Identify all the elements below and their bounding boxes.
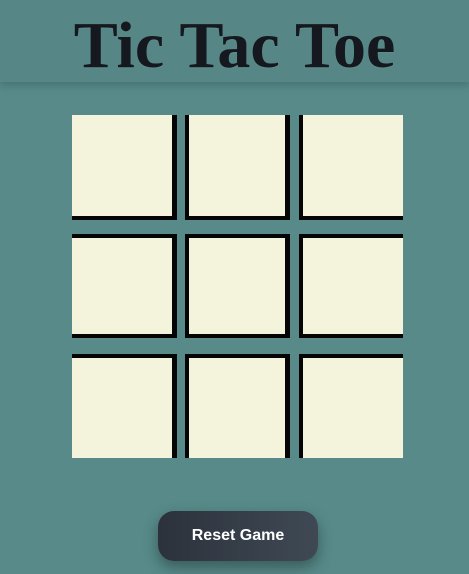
reset-game-button[interactable]: Reset Game [158, 511, 318, 561]
board-cell-8[interactable] [185, 354, 290, 458]
header-bar: Tic Tac Toe [0, 0, 469, 82]
page-title: Tic Tac Toe [73, 9, 396, 82]
board-cell-7[interactable] [72, 354, 177, 458]
game-board [72, 115, 403, 458]
board-cell-5[interactable] [185, 234, 290, 338]
board-cell-9[interactable] [299, 354, 403, 458]
board-cell-4[interactable] [72, 234, 177, 338]
board-cell-3[interactable] [299, 115, 403, 220]
board-cell-6[interactable] [299, 234, 403, 338]
board-cell-1[interactable] [72, 115, 177, 220]
board-cell-2[interactable] [185, 115, 290, 220]
